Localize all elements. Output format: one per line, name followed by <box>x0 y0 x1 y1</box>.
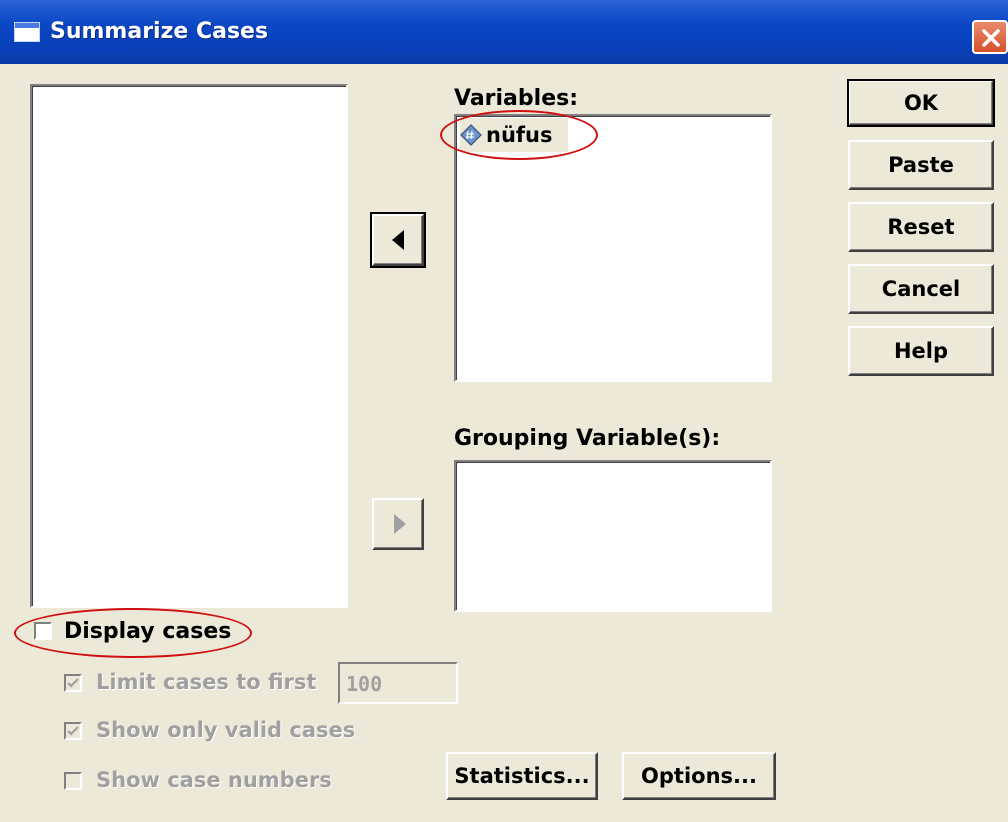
ok-button[interactable]: OK <box>847 79 995 127</box>
statistics-button[interactable]: Statistics... <box>446 752 598 800</box>
case-numbers-checkbox[interactable] <box>64 772 82 790</box>
limit-cases-checkbox[interactable] <box>64 674 82 692</box>
source-variable-list[interactable] <box>30 84 348 608</box>
left-arrow-icon <box>392 230 404 250</box>
highlight-ellipse-display <box>14 608 252 658</box>
limit-cases-field[interactable]: 100 <box>338 662 458 704</box>
title-bar: Summarize Cases <box>0 0 1008 64</box>
paste-button[interactable]: Paste <box>848 140 994 190</box>
close-button[interactable] <box>972 20 1008 54</box>
help-button[interactable]: Help <box>848 326 994 376</box>
limit-cases-label: Limit cases to first <box>96 670 317 694</box>
move-grouping-button[interactable] <box>372 498 424 550</box>
cancel-button[interactable]: Cancel <box>848 264 994 314</box>
reset-button[interactable]: Reset <box>848 202 994 252</box>
checkmark-icon <box>67 726 79 736</box>
window-title: Summarize Cases <box>50 19 269 44</box>
valid-cases-label: Show only valid cases <box>96 718 356 742</box>
checkmark-icon <box>67 678 79 688</box>
window-icon <box>14 22 40 42</box>
options-button[interactable]: Options... <box>622 752 776 800</box>
grouping-label: Grouping Variable(s): <box>454 426 721 451</box>
valid-cases-checkbox[interactable] <box>64 722 82 740</box>
case-numbers-label: Show case numbers <box>96 768 332 792</box>
highlight-ellipse-variable <box>440 110 598 160</box>
grouping-variables-list[interactable] <box>454 460 772 612</box>
variables-label: Variables: <box>454 86 579 111</box>
right-arrow-icon <box>394 514 406 534</box>
close-icon <box>982 29 1000 47</box>
move-variables-button[interactable] <box>370 212 426 268</box>
